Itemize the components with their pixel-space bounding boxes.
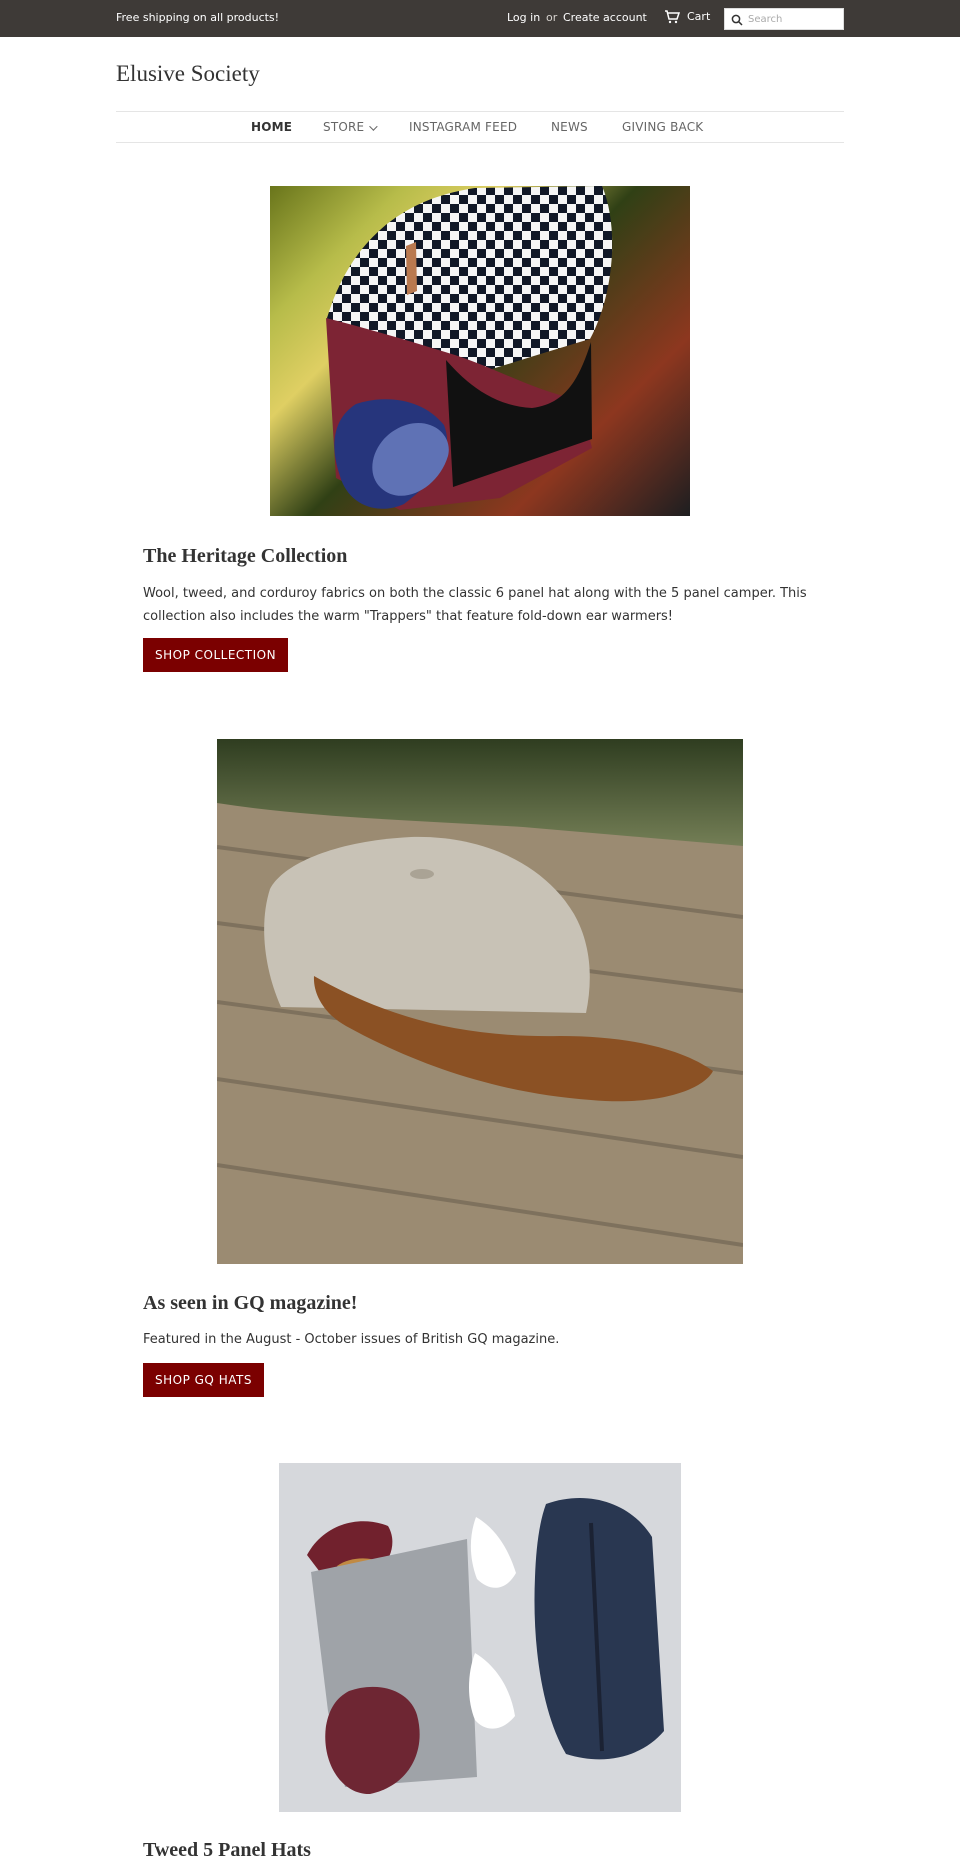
free-shipping-banner: Free shipping on all products!	[116, 11, 280, 24]
cart-icon	[665, 10, 680, 24]
top-bar: Free shipping on all products! Log in or…	[0, 0, 960, 37]
cart-label: Cart	[687, 10, 711, 23]
gq-magazine-image[interactable]	[217, 739, 743, 1264]
shop-collection-button[interactable]: SHOP COLLECTION	[143, 638, 289, 672]
heritage-collection-image[interactable]	[270, 186, 690, 516]
login-link[interactable]: Log in	[507, 11, 540, 24]
account-separator: or	[546, 11, 558, 24]
heritage-collection-description: Wool, tweed, and corduroy fabrics on bot…	[143, 586, 807, 624]
shop-gq-hats-button[interactable]: SHOP GQ HATS	[143, 1363, 264, 1397]
nav-store-label: STORE	[323, 120, 365, 134]
search-box[interactable]	[724, 8, 844, 30]
gq-magazine-title: As seen in GQ magazine!	[143, 1292, 358, 1314]
create-account-link[interactable]: Create account	[563, 11, 647, 24]
tweed-5-panel-hats-title: Tweed 5 Panel Hats	[143, 1839, 311, 1861]
search-input[interactable]	[748, 11, 840, 28]
nav-store[interactable]: STORE	[323, 120, 378, 134]
search-icon[interactable]	[731, 14, 743, 26]
main-navigation: HOME STORE INSTAGRAM FEED NEWS GIVING BA…	[116, 111, 844, 143]
tweed-5-panel-hats-image[interactable]	[279, 1463, 681, 1812]
cart-link[interactable]: Cart	[664, 9, 710, 24]
nav-news[interactable]: NEWS	[551, 120, 588, 134]
heritage-collection-title: The Heritage Collection	[143, 545, 348, 567]
nav-instagram-feed[interactable]: INSTAGRAM FEED	[409, 120, 517, 134]
gq-magazine-description: Featured in the August - October issues …	[143, 1332, 560, 1347]
nav-giving-back[interactable]: GIVING BACK	[622, 120, 703, 134]
chevron-down-icon	[369, 122, 378, 131]
nav-home[interactable]: HOME	[251, 120, 292, 134]
site-logo[interactable]: Elusive Society	[116, 61, 260, 87]
